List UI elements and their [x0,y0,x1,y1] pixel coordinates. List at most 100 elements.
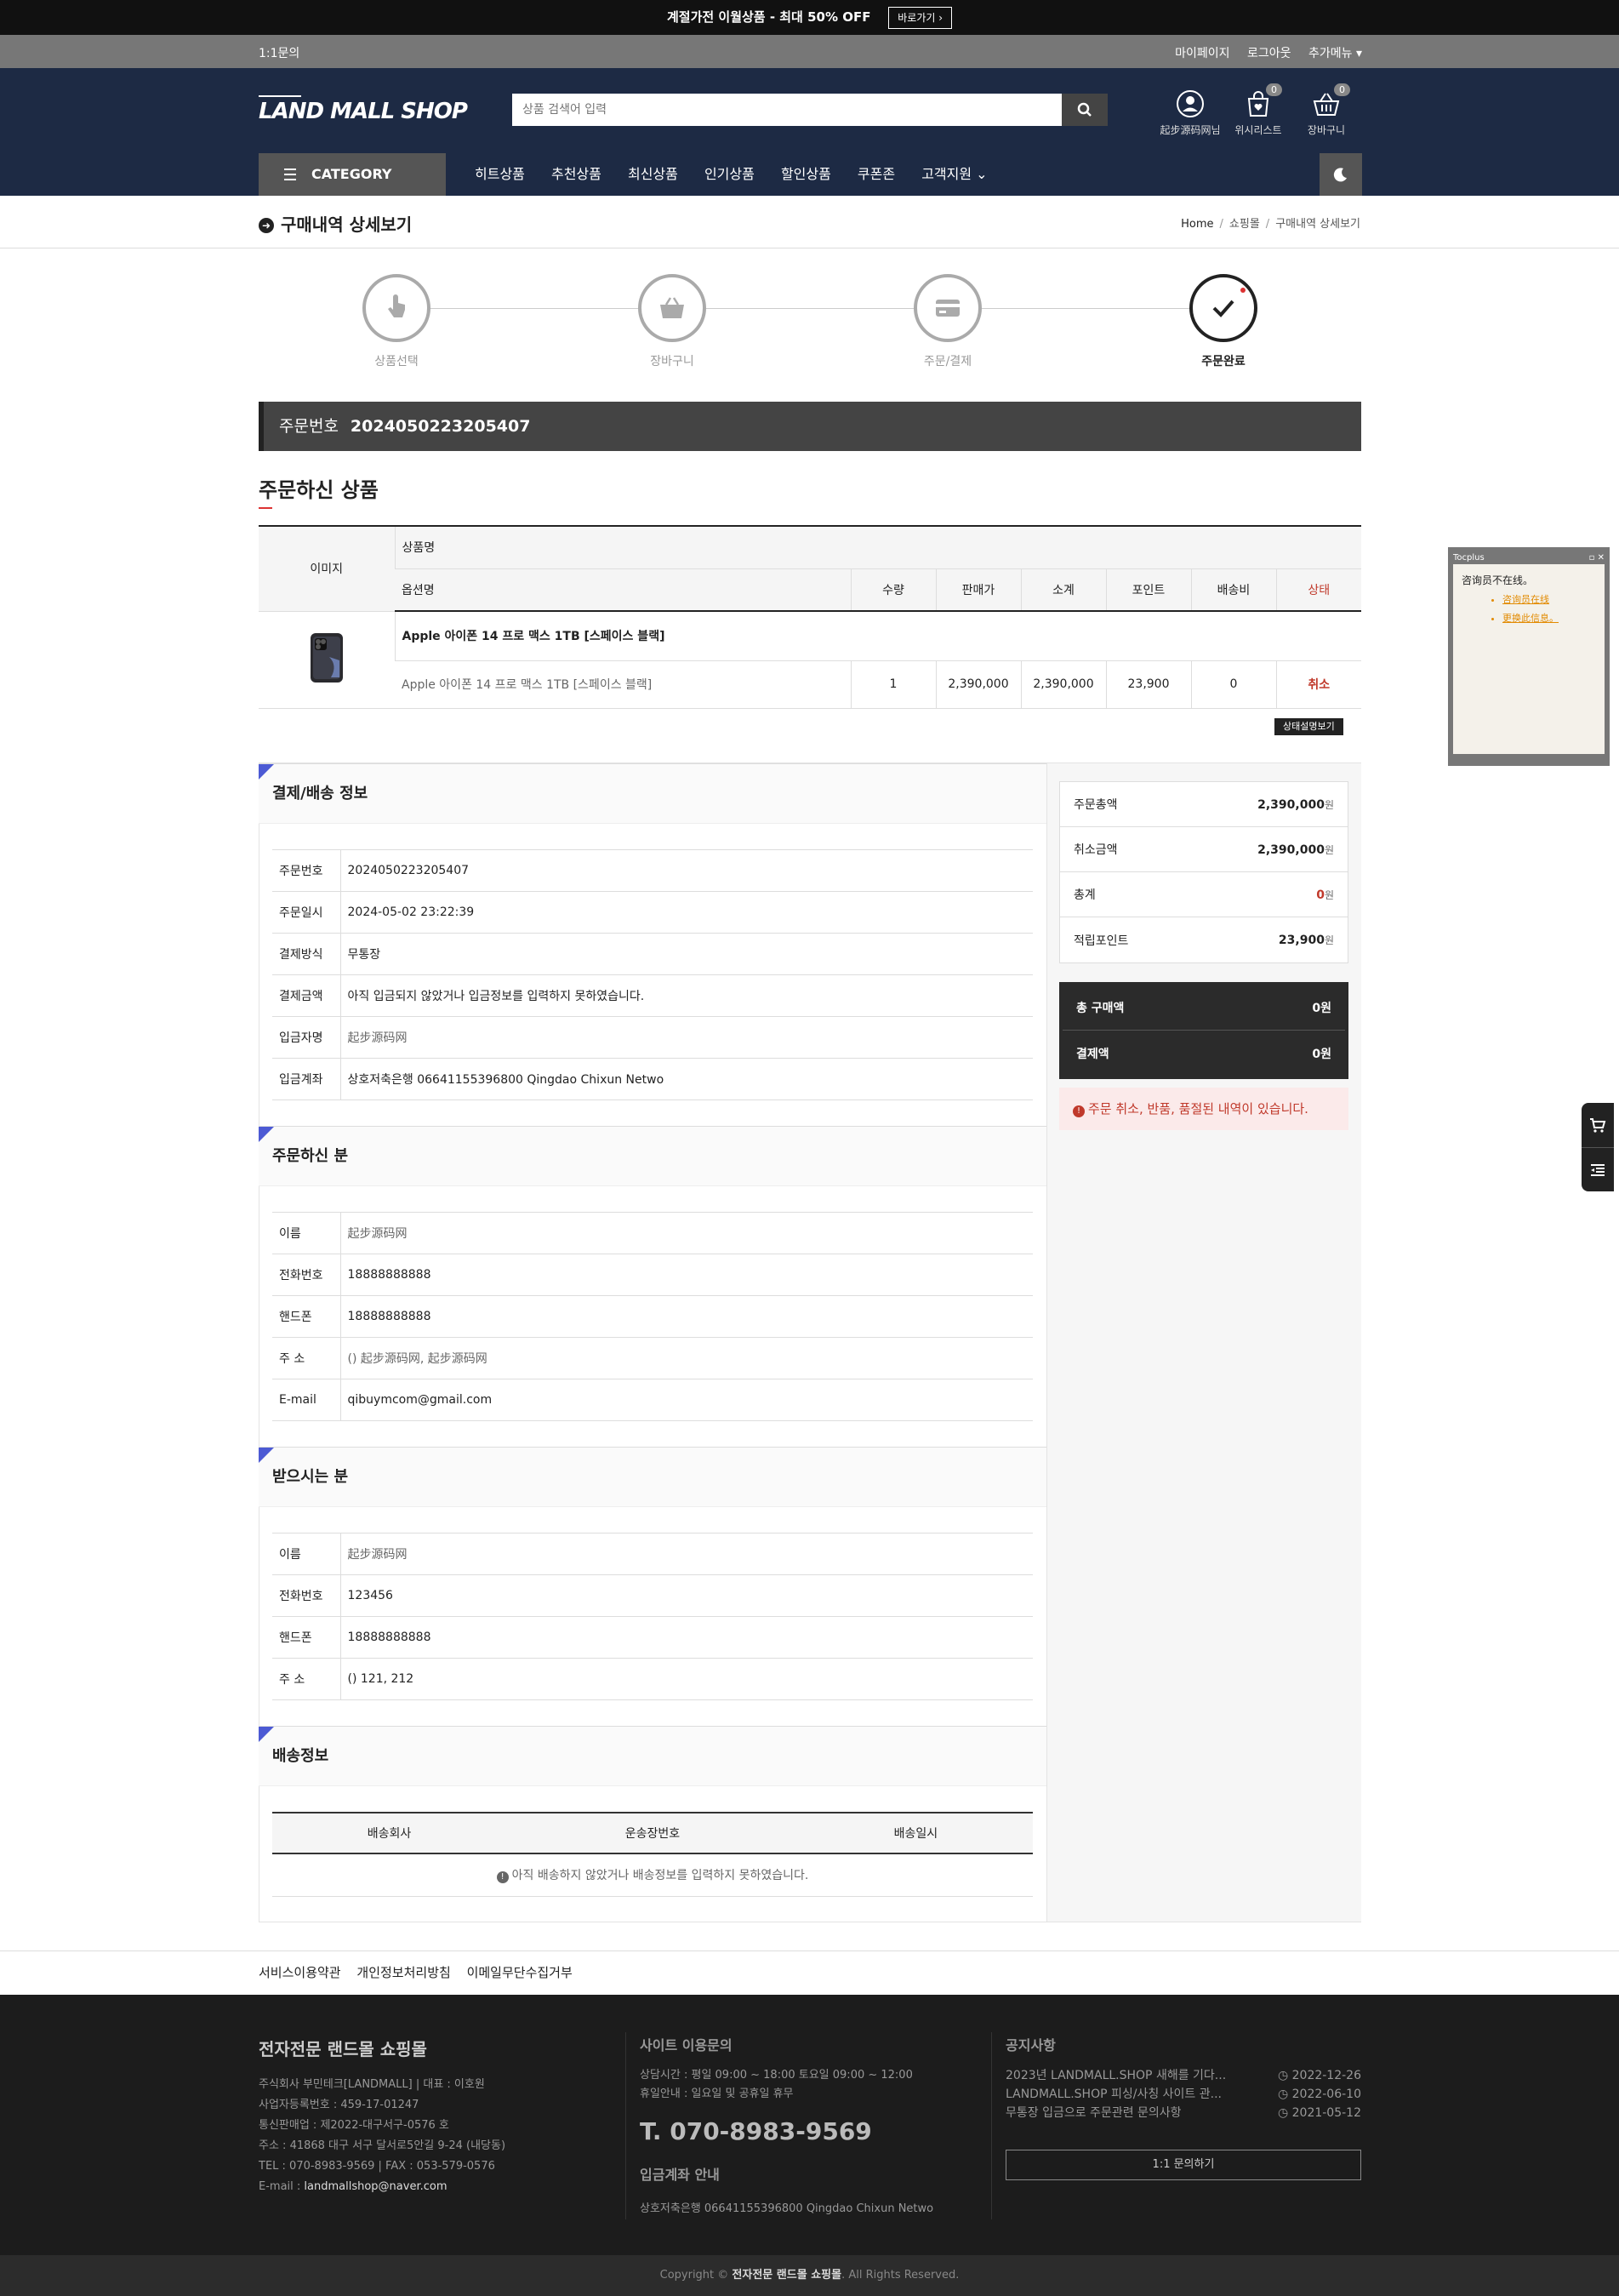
product-option: Apple 아이폰 14 프로 맥스 1TB [스페이스 블랙] [402,678,653,692]
search-input[interactable] [512,94,1061,126]
product-image[interactable] [259,611,395,709]
user-icon [1177,90,1204,117]
receiver-name: 起步源码网 [340,1533,1033,1575]
th-image: 이미지 [259,526,395,612]
delivery-title: 배송정보 [272,1747,329,1765]
receiver-mobile: 18888888888 [340,1616,1033,1659]
th-point: 포인트 [1105,568,1191,612]
product-price: 2,390,000 [935,660,1021,708]
dark-mode-toggle[interactable] [1320,153,1362,196]
inquiry-link[interactable]: 1:1문의 [259,44,299,61]
th-qty: 수량 [850,568,936,612]
nav-hit[interactable]: 히트상품 [475,166,525,182]
hand-pointer-icon [388,294,405,317]
step-cart: 장바구니 [604,274,740,369]
th-price: 판매가 [935,568,1021,612]
banner-text: 계절가전 이월상품 - 최대 50% OFF [666,9,871,25]
close-icon[interactable]: ▫ ✕ [1589,552,1605,564]
logo[interactable]: LAND MALL SHOP [259,95,468,124]
cancel-warning: ! 주문 취소, 반품, 품절된 내역이 있습니다. [1059,1088,1348,1130]
footer-email[interactable]: landmallshop@naver.com [304,2180,447,2193]
cart-icon [1590,1118,1606,1133]
step-select: 상품선택 [328,274,465,369]
product-table: 이미지 상품명 옵션명 수량 판매가 소계 포인트 배송비 상태 Apple 아… [259,525,1361,709]
order-number-label: 주문번호 [279,417,339,436]
nav-recommend[interactable]: 추천상품 [551,166,601,182]
email-policy-link[interactable]: 이메일무단수집거부 [467,1965,573,1980]
sum-cancel: 2,390,000 [1257,842,1325,857]
info-icon: ! [496,1871,509,1884]
nav-popular[interactable]: 인기상품 [704,166,755,182]
pay-order-number: 2024050223205407 [340,849,1033,892]
mypage-link[interactable]: 마이페이지 [1175,47,1229,60]
sum-paid: 0원 [1312,1047,1331,1061]
product-status: 취소 [1275,660,1361,708]
alert-icon: ! [1073,1105,1085,1117]
orderer-name: 起步源码网 [340,1212,1033,1254]
phone-image [310,633,343,683]
orderer-email: qibuymcom@gmail.com [340,1379,1033,1421]
receiver-section: 받으시는 분 이름 起步源码网 전화번호 123456 핸드폰 18888888888… [259,1447,1046,1700]
nav-sale[interactable]: 할인상품 [781,166,831,182]
breadcrumb-shop[interactable]: 쇼핑몰 [1229,218,1260,231]
search-icon [1077,102,1092,117]
order-number: 2024050223205407 [350,417,531,436]
cart-count: 0 [1334,83,1350,96]
utility-bar: 1:1문의 마이페이지 로그아웃 추가메뉴 ▾ [0,35,1619,68]
notice-item[interactable]: 무통장 입금으로 주문관련 문의사항 ◷ 2021-05-12 [1006,2104,1361,2122]
th-subtotal: 소계 [1020,568,1106,612]
cart-menu[interactable]: 0 장바구니 [1292,83,1360,137]
breadcrumb-home[interactable]: Home [1181,218,1213,231]
pay-depositor: 起步源码网 [340,1016,1033,1059]
nav-new[interactable]: 최신상품 [628,166,678,182]
product-subtotal: 2,390,000 [1020,660,1106,708]
order-number-bar: 주문번호 2024050223205407 [259,402,1361,451]
inquiry-button[interactable]: 1:1 문의하기 [1006,2150,1361,2180]
status-info-button[interactable]: 상태설명보기 [1274,718,1343,735]
moon-icon [1333,168,1347,182]
basket-icon [660,297,684,318]
header: LAND MALL SHOP 起步源码网님 0 위시리스트 0 장바구니 CAT… [0,68,1619,196]
footer-phone: T. 070-8983-9569 [640,2117,872,2145]
user-menu[interactable]: 起步源码网님 [1156,89,1224,137]
title-bar: ➜ 구매내역 상세보기 Home / 쇼핑몰 / 구매내역 상세보기 [0,196,1619,248]
privacy-link[interactable]: 개인정보처리방침 [356,1965,450,1980]
tocplus-widget[interactable]: Tocplus▫ ✕ 咨询员不在线。 咨询员在线 更换此信息。 [1448,547,1610,766]
pay-amount: 아직 입금되지 않았거나 입금정보를 입력하지 못하였습니다. [340,974,1033,1017]
receiver-title: 받으시는 분 [272,1468,349,1486]
products-title: 주문하신 상품 [259,473,379,509]
receiver-phone: 123456 [340,1574,1033,1617]
more-menu[interactable]: 추가메뉴 ▾ [1308,47,1362,60]
nav-support[interactable]: 고객지원 ⌄ [921,166,987,182]
product-name[interactable]: Apple 아이폰 14 프로 맥스 1TB [스페이스 블랙] [394,611,1361,661]
category-button[interactable]: CATEGORY [259,153,446,196]
tocplus-link[interactable]: 更换此信息。 [1502,611,1596,625]
orderer-mobile: 18888888888 [340,1295,1033,1338]
product-point: 23,900 [1105,660,1191,708]
banner-go-button[interactable]: 바로가기 › [888,6,953,29]
user-name: 起步源码网님 [1160,124,1221,136]
notice-item[interactable]: 2023년 LANDMALL.SHOP 새해를 기다... ◷ 2022-12-2… [1006,2066,1361,2085]
sum-purchase: 0원 [1312,1002,1331,1015]
orderer-section: 주문하신 분 이름 起步源码网 전화번호 18888888888 핸드폰 188888… [259,1126,1046,1421]
wishlist-menu[interactable]: 0 위시리스트 [1224,83,1292,137]
receiver-address: () 121, 212 [340,1658,1033,1700]
side-cart-button[interactable] [1582,1103,1614,1147]
product-qty: 1 [850,660,936,708]
th-status: 상태 [1275,568,1361,612]
footer: 전자전문 랜드몰 쇼핑몰 주식회사 부민테크[LANDMALL] | 대표 : … [0,1995,1619,2255]
tocplus-link[interactable]: 咨询员在线 [1502,592,1596,606]
main-nav: CATEGORY 히트상품 추천상품 최신상품 인기상품 할인상품 쿠폰존 고객… [0,153,1619,196]
logout-link[interactable]: 로그아웃 [1247,47,1291,60]
search-button[interactable] [1062,94,1108,126]
terms-link[interactable]: 서비스이용약관 [259,1965,341,1980]
nav-coupon[interactable]: 쿠폰존 [858,166,895,182]
breadcrumb-current: 구매내역 상세보기 [1275,218,1360,231]
side-list-button[interactable] [1582,1147,1614,1191]
cart-label: 장바구니 [1307,124,1346,136]
list-icon [1591,1163,1605,1176]
delivery-empty: 아직 배송하지 않았거나 배송정보를 입력하지 못하였습니다. [511,1869,809,1883]
credit-card-icon [936,300,960,317]
notice-item[interactable]: LANDMALL.SHOP 피싱/사칭 사이트 관... ◷ 2022-06-10 [1006,2085,1361,2104]
tocplus-status: 咨询员不在线。 [1462,574,1534,586]
